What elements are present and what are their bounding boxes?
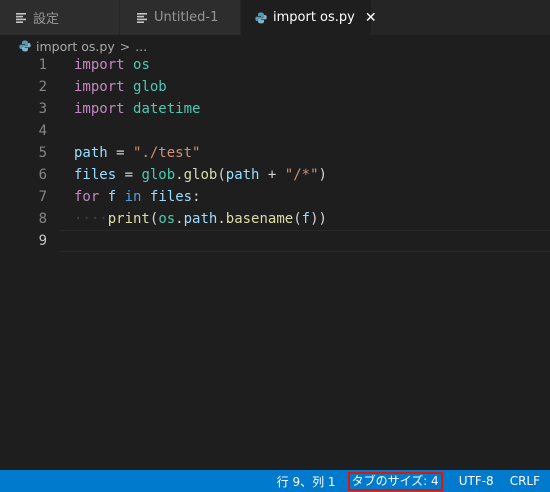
code-token: )	[318, 167, 327, 183]
code-line[interactable]: 5 path = "./test"	[0, 142, 550, 164]
code-text: path = "./test"	[74, 142, 200, 164]
code-token: f	[107, 189, 117, 205]
line-number: 8	[38, 211, 47, 227]
code-text: files = glob.glob(path + "/*")	[74, 164, 327, 186]
code-token: ))	[310, 211, 327, 227]
close-icon[interactable]: ✕	[365, 10, 377, 26]
code-line[interactable]: 9	[0, 230, 550, 252]
code-token: os	[158, 211, 176, 227]
lines-icon	[16, 12, 27, 23]
code-token: .	[217, 211, 226, 227]
code-token: files	[149, 189, 193, 205]
code-token: =	[107, 145, 134, 161]
code-token: import	[74, 79, 125, 95]
code-text: import glob	[74, 76, 167, 98]
code-token: datetime	[133, 101, 201, 117]
code-token: import	[74, 101, 125, 117]
code-text: import datetime	[74, 98, 200, 120]
code-token: glob	[183, 167, 218, 183]
tab-settings[interactable]: 設定	[0, 0, 120, 35]
code-token: print	[107, 211, 150, 227]
line-number: 3	[38, 101, 47, 117]
line-number: 9	[38, 233, 47, 249]
tab-label: 設定	[33, 12, 60, 27]
tab-label: import os.py	[273, 10, 355, 25]
tab-import-os-py[interactable]: import os.py ✕	[241, 0, 377, 35]
breadcrumb-file[interactable]: import os.py	[36, 39, 115, 54]
code-token: import	[74, 57, 125, 73]
code-line[interactable]: 6 files = glob.glob(path + "/*")	[0, 164, 550, 186]
line-number: 4	[38, 123, 47, 139]
code-token: path	[74, 145, 108, 161]
status-bar: 行 9、列 1 タブのサイズ: 4 UTF-8 CRLF	[0, 470, 550, 492]
code-token: f	[301, 211, 311, 227]
code-text: for f in files:	[74, 186, 201, 208]
code-token: .	[175, 211, 184, 227]
code-line[interactable]: 3 import datetime	[0, 98, 550, 120]
code-token: .	[175, 167, 184, 183]
code-line[interactable]: 8 ····print(os.path.basename(f))	[0, 208, 550, 230]
code-token: :	[192, 189, 201, 205]
encoding-indicator[interactable]: UTF-8	[459, 474, 494, 488]
line-number: 1	[38, 57, 47, 73]
code-token: =	[116, 167, 142, 183]
code-token: path	[183, 211, 218, 227]
code-token: "/*"	[284, 167, 319, 183]
tab-size-indicator[interactable]: タブのサイズ: 4	[347, 471, 443, 491]
code-token: basename	[225, 211, 294, 227]
code-token: glob	[141, 167, 176, 183]
breadcrumb-more[interactable]: ...	[135, 39, 147, 54]
tab-label: Untitled-1	[154, 10, 219, 25]
tab-bar: 設定 Untitled-1 import os.py ✕	[0, 0, 550, 35]
line-number: 6	[38, 167, 47, 183]
code-text: ····print(os.path.basename(f))	[74, 208, 327, 230]
code-line[interactable]: 7 for f in files:	[0, 186, 550, 208]
cursor-position[interactable]: 行 9、列 1	[277, 473, 336, 490]
code-token: "./test"	[133, 145, 201, 161]
code-token: in	[124, 189, 142, 205]
chevron-right-icon: >	[119, 38, 131, 54]
eol-indicator[interactable]: CRLF	[510, 474, 540, 488]
python-icon	[255, 12, 267, 24]
code-editor[interactable]: 1 import os 2 import glob 3 import datetime 4 5…	[0, 54, 550, 470]
python-icon	[19, 40, 31, 52]
code-token: (	[217, 167, 226, 183]
code-text: import os	[74, 54, 150, 76]
code-token: path	[225, 167, 260, 183]
tab-untitled-1[interactable]: Untitled-1	[120, 0, 241, 35]
code-token: glob	[133, 79, 167, 95]
line-number: 5	[38, 145, 47, 161]
line-number: 7	[38, 189, 47, 205]
code-token: +	[259, 167, 285, 183]
lines-icon	[137, 12, 148, 23]
code-token: files	[74, 167, 117, 183]
line-number: 2	[38, 79, 47, 95]
code-line[interactable]: 2 import glob	[0, 76, 550, 98]
code-line[interactable]: 1 import os	[0, 54, 550, 76]
code-token: (	[293, 211, 302, 227]
code-line[interactable]: 4	[0, 120, 550, 142]
code-token: ····	[74, 211, 108, 227]
code-token: os	[133, 57, 150, 73]
code-token: for	[74, 189, 100, 205]
